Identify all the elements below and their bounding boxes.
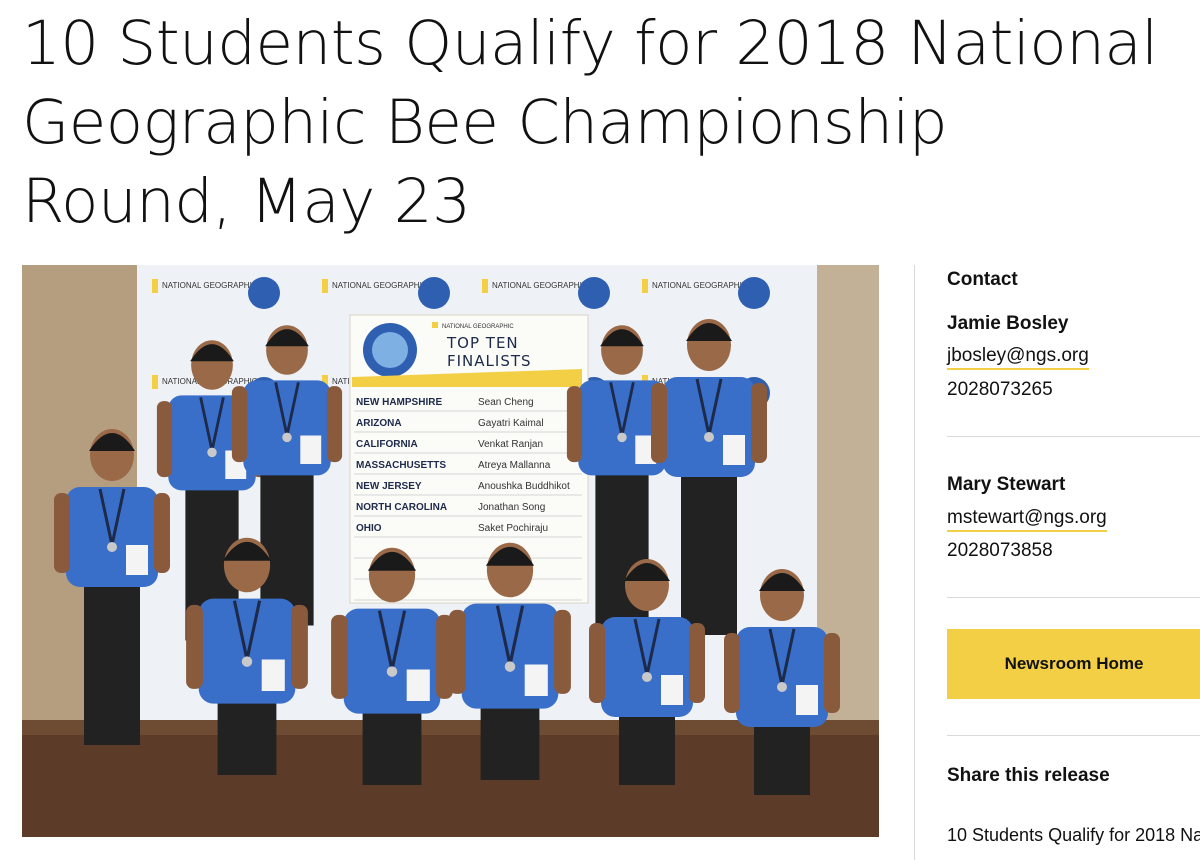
contact-phone: 2028073858 [947,540,1053,561]
board-title-2: FINALISTS [447,352,532,370]
finalist-name: Anoushka Buddhikot [478,481,570,492]
sidebar-divider [947,735,1200,736]
name-badge [723,435,745,465]
geobee-seal-icon [418,277,450,309]
newsroom-home-button[interactable]: Newsroom Home [947,629,1200,699]
medal-icon [617,432,627,443]
contact-email-link[interactable]: jbosley@ngs.org [947,345,1089,370]
contact-heading: Contact [947,269,1018,290]
name-badge [261,659,285,691]
contact-name: Mary Stewart [947,474,1066,495]
sidebar-divider [947,597,1200,598]
share-heading: Share this release [947,765,1110,786]
contact-email-link[interactable]: mstewart@ngs.org [947,507,1107,532]
finalist-name: Venkat Ranjan [478,439,543,450]
board-brand: NATIONAL GEOGRAPHIC [442,324,514,330]
backdrop-logo-text: NATIONAL GEOGRAPHIC [492,281,588,290]
sidebar-divider [947,436,1200,437]
board-title-1: TOP TEN [446,334,519,352]
backdrop-logo-text: NATIONAL GEOGRAPHIC [332,281,428,290]
headline-line-2: Geographic Bee Championship [22,87,948,158]
finalist-state: OHIO [356,523,382,534]
medal-icon [107,542,117,552]
headline-line-3: Round, May 23 [22,166,471,237]
finalist-state: NEW HAMPSHIRE [356,397,442,408]
finalist-state: MASSACHUSETTS [356,460,446,471]
medal-icon [207,447,217,458]
finalist-name: Sean Cheng [478,397,534,408]
name-badge [661,675,683,705]
share-release-link[interactable]: 10 Students Qualify for 2018 National Ge… [947,821,1200,849]
finalist-name: Atreya Mallanna [478,460,551,471]
finalist-state: NEW JERSEY [356,481,422,492]
article-headline: 10 Students Qualify for 2018 National Ge… [22,4,1200,241]
finalists-photo: NATIONAL GEOGRAPHIC NATIONAL GEOGRAPHIC NA… [22,265,879,837]
name-badge [300,435,322,464]
geobee-seal-icon [248,277,280,309]
medal-icon [777,682,787,692]
geobee-seal-icon [738,277,770,309]
name-badge [406,669,430,701]
headline-line-1: 10 Students Qualify for 2018 National [22,8,1158,79]
finalist-name: Saket Pochiraju [478,523,548,534]
medal-icon [386,666,398,677]
backdrop-logo-text: NATIONAL GEOGRAPHIC [162,281,258,290]
finalist-name: Gayatri Kaimal [478,418,544,429]
backdrop-logo-text: NATIONAL GEOGRAPHIC [652,281,748,290]
medal-icon [642,672,652,682]
finalists-photo-illustration: NATIONAL GEOGRAPHIC NATIONAL GEOGRAPHIC NA… [22,265,879,837]
contact-phone: 2028073265 [947,379,1053,400]
medal-icon [241,656,253,667]
release-sidebar: Contact Jamie Bosley jbosley@ngs.org 202… [914,265,1200,860]
finalist-state: CALIFORNIA [356,439,418,450]
finalist-state: NORTH CAROLINA [356,502,447,513]
name-badge [126,545,148,575]
finalist-name: Jonathan Song [478,502,545,513]
name-badge [796,685,818,715]
medal-icon [282,432,292,443]
geobee-seal-icon [578,277,610,309]
medal-icon [704,432,714,442]
medal-icon [504,661,516,672]
contact-name: Jamie Bosley [947,313,1069,334]
finalist-state: ARIZONA [356,418,402,429]
name-badge [524,664,548,696]
